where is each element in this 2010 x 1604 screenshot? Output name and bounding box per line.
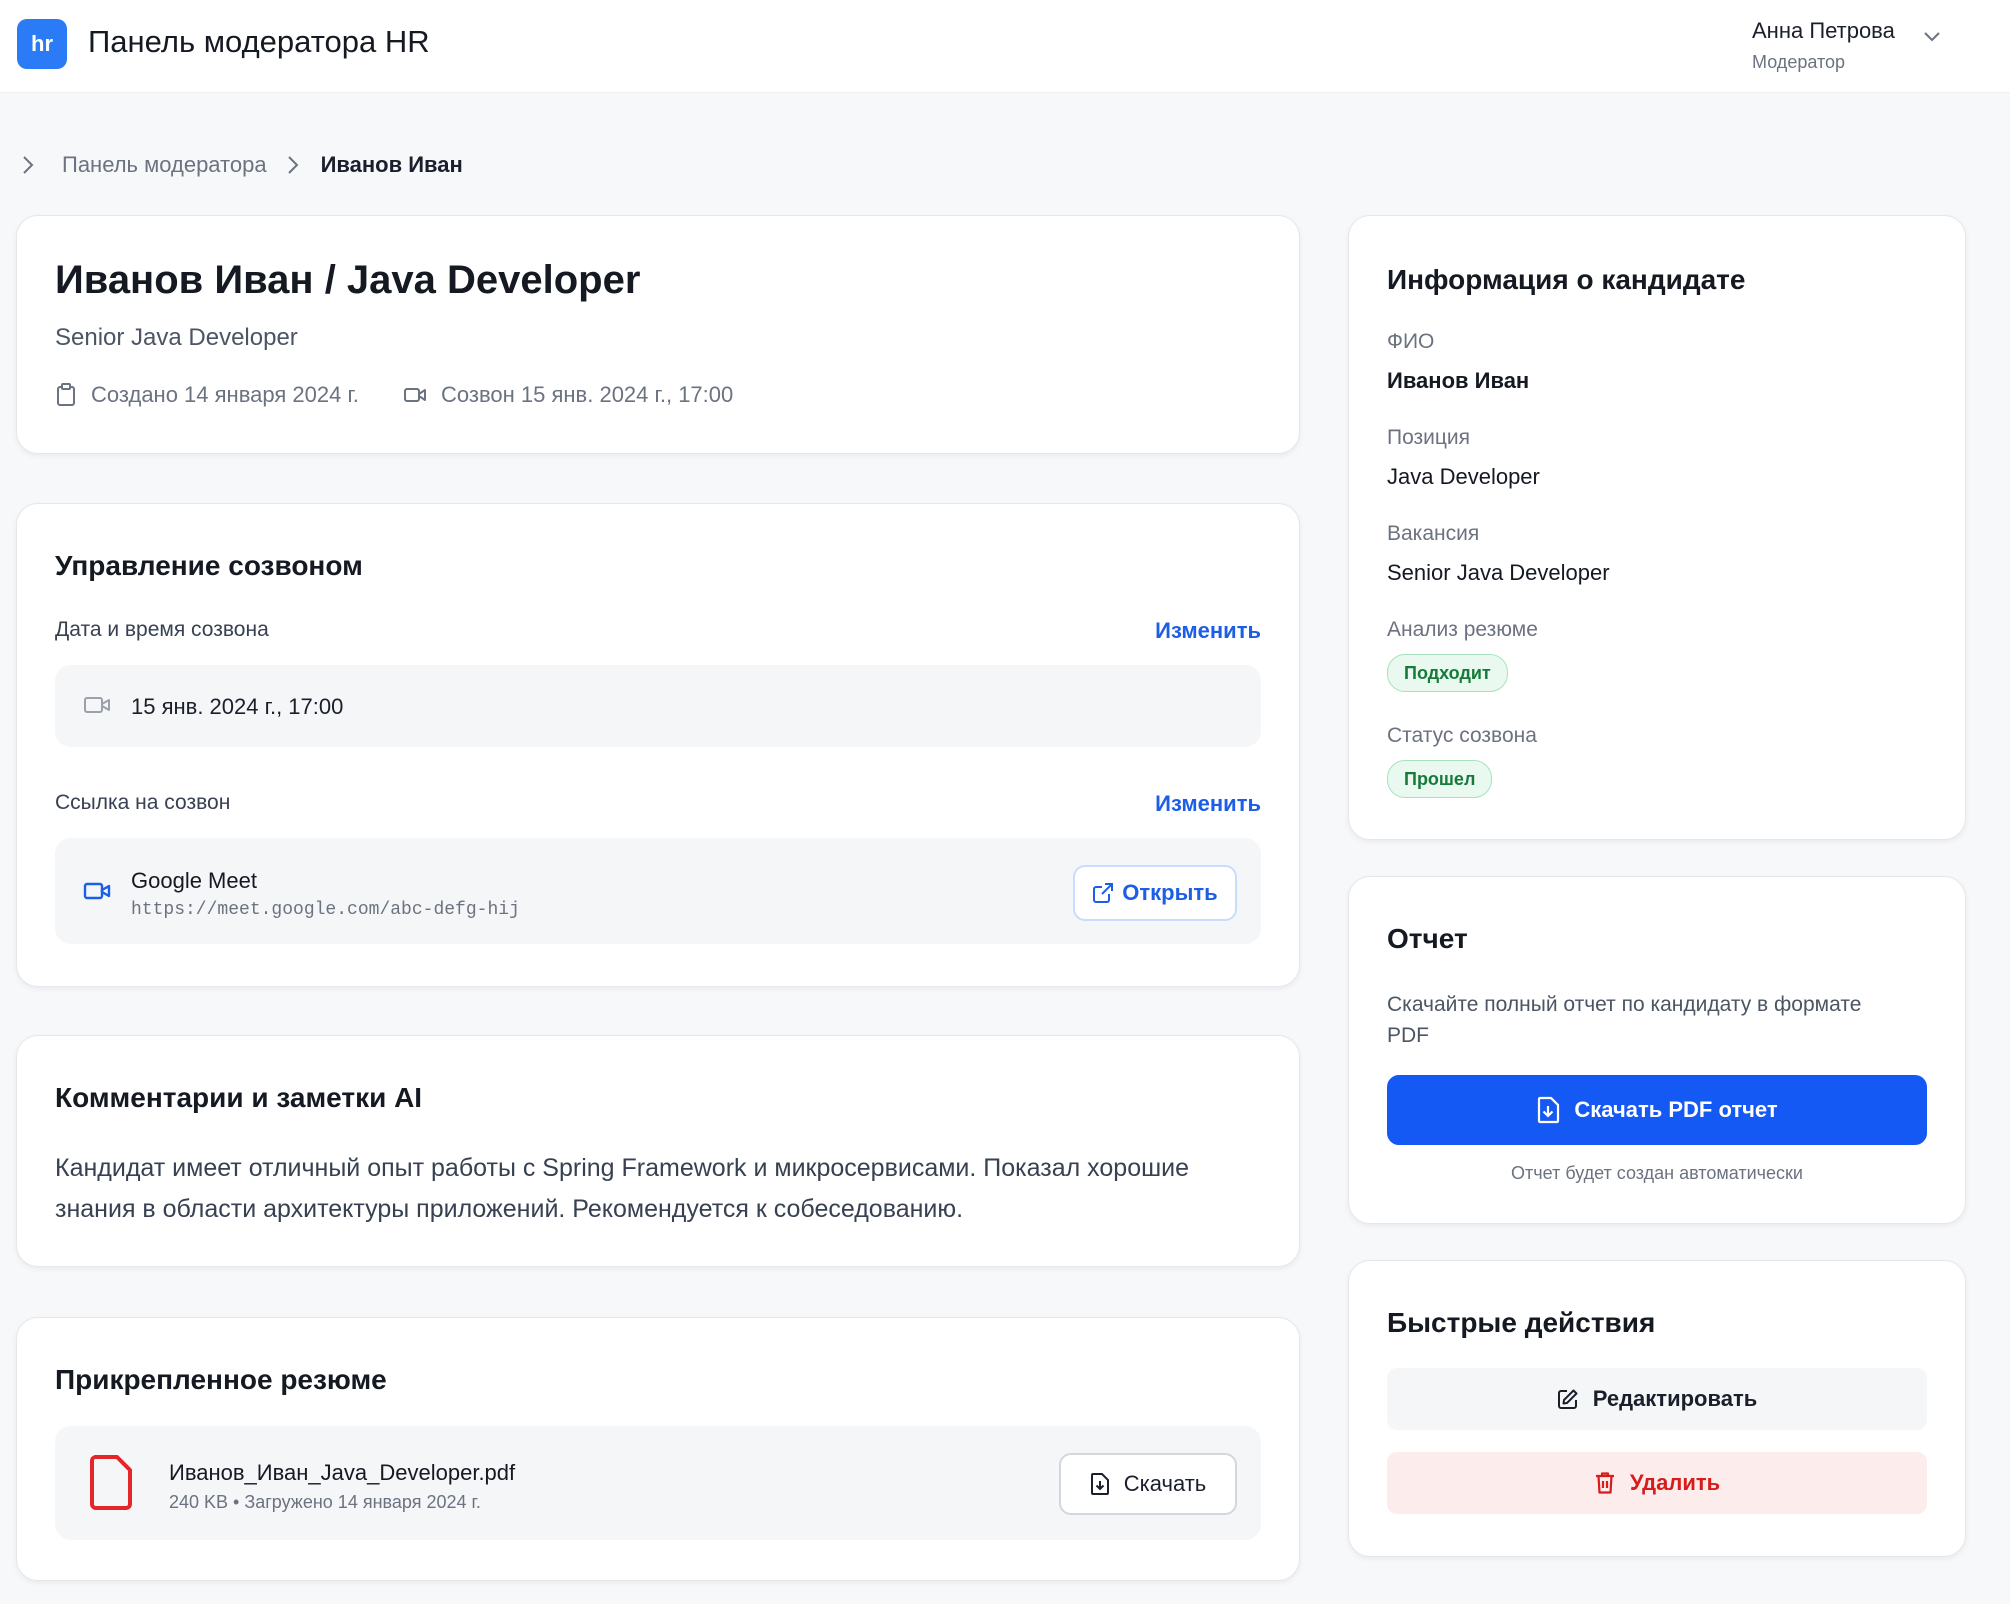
ai-comments-card: Комментарии и заметки AI Кандидат имеет …: [16, 1035, 1300, 1267]
edit-candidate-label: Редактировать: [1592, 1386, 1758, 1411]
delete-candidate-label: Удалить: [1629, 1470, 1721, 1495]
download-resume-label: Скачать: [1123, 1471, 1207, 1496]
call-status-badge: Прошел: [1387, 760, 1493, 798]
call-date: Созвон 15 янв. 2024 г., 17:00: [441, 382, 734, 407]
resume-meta: 240 KB • Загружено 14 января 2024 г.: [169, 1492, 481, 1512]
call-management-title: Управление созвоном: [55, 550, 363, 581]
call-datetime-box: 15 янв. 2024 г., 17:00: [55, 665, 1261, 747]
edit-candidate-button[interactable]: Редактировать: [1387, 1368, 1927, 1430]
chevron-right-icon: [287, 155, 299, 175]
page-subtitle: Senior Java Developer: [55, 324, 298, 351]
position-value: Java Developer: [1387, 464, 1540, 489]
meeting-url[interactable]: https://meet.google.com/abc-defg-hij: [131, 900, 520, 920]
report-card: Отчет Скачайте полный отчет по кандидату…: [1348, 876, 1966, 1224]
clipboard-icon: [55, 383, 91, 407]
delete-candidate-button[interactable]: Удалить: [1387, 1452, 1927, 1514]
quick-actions-card: Быстрые действия Редактировать Удалить: [1348, 1260, 1966, 1557]
video-camera-icon: [403, 386, 441, 404]
ai-comments-text: Кандидат имеет отличный опыт работы с Sp…: [55, 1154, 1190, 1223]
attached-resume-title: Прикрепленное резюме: [55, 1364, 387, 1395]
candidate-header-card: Иванов Иван / Java Developer Senior Java…: [16, 215, 1300, 454]
candidate-info-card: Информация о кандидате ФИО Иванов Иван П…: [1348, 215, 1966, 840]
created-date: Создано 14 января 2024 г.: [91, 382, 359, 407]
video-camera-icon: [83, 881, 111, 901]
breadcrumb: Панель модератора Иванов Иван: [22, 150, 463, 180]
fio-value: Иванов Иван: [1387, 368, 1530, 393]
open-meeting-label: Открыть: [1122, 880, 1218, 905]
report-note: Отчет будет создан автоматически: [1511, 1163, 1803, 1183]
created-meta: Создано 14 января 2024 г.: [55, 382, 359, 408]
call-link-box: Google Meet https://meet.google.com/abc-…: [55, 838, 1261, 944]
chevron-down-icon[interactable]: [1922, 30, 1942, 49]
call-datetime-value: 15 янв. 2024 г., 17:00: [131, 694, 344, 719]
fio-label: ФИО: [1387, 330, 1435, 353]
external-link-icon: [1092, 882, 1122, 904]
breadcrumb-link-dashboard[interactable]: Панель модератора: [62, 152, 267, 178]
open-meeting-button[interactable]: Открыть: [1073, 865, 1237, 921]
breadcrumb-current: Иванов Иван: [320, 152, 463, 177]
report-title: Отчет: [1387, 923, 1468, 954]
resume-filename: Иванов_Иван_Java_Developer.pdf: [169, 1460, 516, 1485]
top-bar: hr Панель модератора HR Анна Петрова Мод…: [0, 0, 2010, 93]
quick-actions-title: Быстрые действия: [1387, 1307, 1656, 1338]
call-management-card: Управление созвоном Дата и время созвона…: [16, 503, 1300, 987]
trash-icon: [1594, 1471, 1630, 1495]
file-download-icon: [1536, 1096, 1574, 1124]
call-meta: Созвон 15 янв. 2024 г., 17:00: [403, 382, 733, 408]
user-role: Модератор: [1752, 52, 1846, 72]
call-status-label: Статус созвона: [1387, 724, 1537, 747]
download-pdf-report-button[interactable]: Скачать PDF отчет: [1387, 1075, 1927, 1145]
edit-datetime-link[interactable]: Изменить: [1155, 618, 1261, 644]
user-name: Анна Петрова: [1752, 18, 1895, 43]
download-resume-button[interactable]: Скачать: [1059, 1453, 1237, 1515]
ai-comments-title: Комментарии и заметки AI: [55, 1082, 423, 1113]
call-link-label: Ссылка на созвон: [55, 791, 231, 814]
download-pdf-report-label: Скачать PDF отчет: [1574, 1097, 1778, 1122]
resume-file-box: Иванов_Иван_Java_Developer.pdf 240 KB • …: [55, 1426, 1261, 1540]
video-camera-icon: [83, 695, 111, 715]
position-label: Позиция: [1387, 426, 1471, 449]
user-menu[interactable]: Анна Петрова Модератор: [1752, 18, 1895, 73]
candidate-info-title: Информация о кандидате: [1387, 264, 1746, 295]
app-logo[interactable]: hr: [17, 19, 67, 69]
edit-link-link[interactable]: Изменить: [1155, 791, 1261, 817]
meeting-service-name: Google Meet: [131, 868, 257, 893]
call-datetime-label: Дата и время созвона: [55, 618, 269, 641]
resume-analysis-badge: Подходит: [1387, 654, 1508, 692]
attached-resume-card: Прикрепленное резюме Иванов_Иван_Java_De…: [16, 1317, 1300, 1581]
resume-analysis-label: Анализ резюме: [1387, 618, 1538, 641]
vacancy-value: Senior Java Developer: [1387, 560, 1610, 585]
vacancy-label: Вакансия: [1387, 522, 1480, 545]
chevron-right-icon: [22, 155, 34, 175]
app-title: Панель модератора HR: [88, 24, 430, 59]
file-download-icon: [1090, 1472, 1124, 1496]
edit-icon: [1557, 1388, 1593, 1410]
report-description: Скачайте полный отчет по кандидату в фор…: [1387, 993, 1862, 1047]
pdf-file-icon: [89, 1454, 133, 1510]
page-title: Иванов Иван / Java Developer: [55, 258, 641, 302]
